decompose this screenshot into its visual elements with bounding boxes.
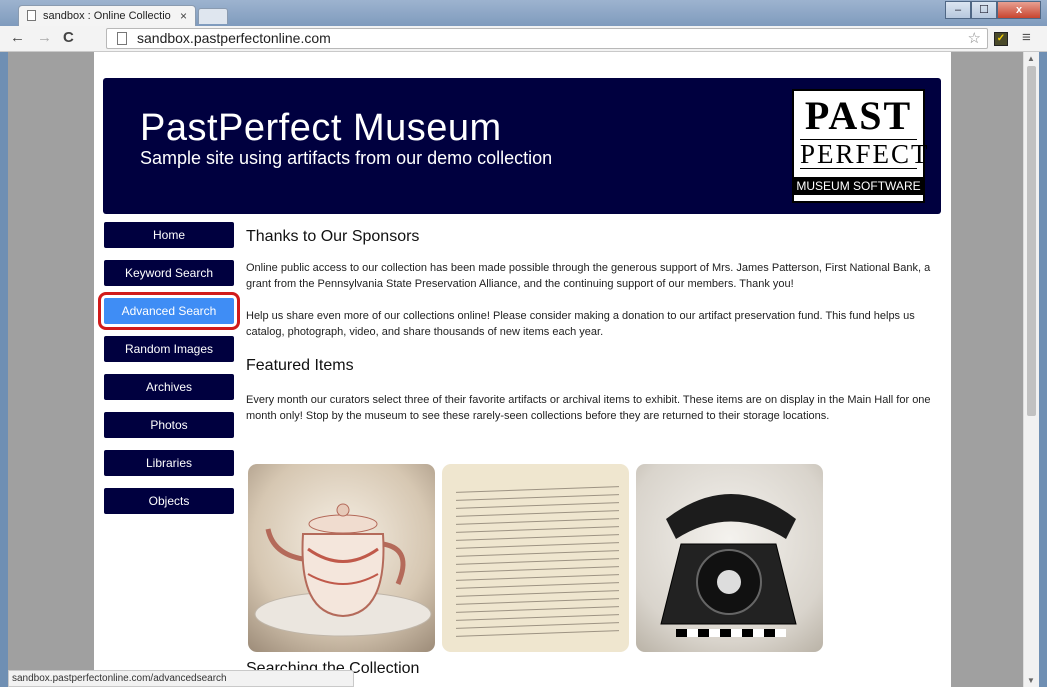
browser-tab[interactable]: sandbox : Online Collectio × — [18, 5, 196, 26]
reload-icon[interactable]: C — [63, 29, 74, 46]
nav-keyword-search[interactable]: Keyword Search — [104, 260, 234, 286]
site-nav: Home Keyword Search Advanced Search Rand… — [98, 222, 240, 526]
scroll-up-arrow-icon[interactable]: ▲ — [1027, 54, 1035, 63]
teapot-illustration — [254, 503, 432, 637]
site-banner: PastPerfect Museum Sample site using art… — [103, 78, 941, 214]
site-title: PastPerfect Museum — [140, 107, 502, 149]
vertical-scrollbar[interactable]: ▲ ▼ — [1023, 52, 1039, 687]
browser-window: sandbox : Online Collectio × ‒ ☐ x ← → C… — [0, 0, 1047, 687]
extension-icon[interactable]: ✓ — [994, 32, 1008, 46]
site-subtitle: Sample site using artifacts from our dem… — [140, 148, 553, 168]
nav-archives[interactable]: Archives — [104, 374, 234, 400]
tab-close-icon[interactable]: × — [180, 9, 187, 23]
address-bar[interactable]: sandbox.pastperfectonline.com ☆ — [106, 28, 988, 49]
featured-images — [248, 464, 830, 652]
pastperfect-logo: PAST PERFECT MUSEUM SOFTWARE — [792, 89, 930, 203]
back-arrow-icon[interactable]: ← — [10, 29, 25, 46]
nav-photos[interactable]: Photos — [104, 412, 234, 438]
nav-random-images[interactable]: Random Images — [104, 336, 234, 362]
tab-title: sandbox : Online Collectio — [43, 10, 171, 22]
bookmark-star-icon[interactable]: ☆ — [968, 29, 981, 47]
sponsors-heading: Thanks to Our Sponsors — [246, 228, 420, 245]
scroll-thumb[interactable] — [1027, 66, 1036, 416]
status-bar: sandbox.pastperfectonline.com/advancedse… — [8, 670, 354, 687]
minimize-button[interactable]: ‒ — [945, 1, 971, 19]
browser-toolbar: ← → C sandbox.pastperfectonline.com ☆ ✓ … — [0, 26, 1047, 52]
nav-objects[interactable]: Objects — [104, 488, 234, 514]
logo-perfect-text: PERFECT — [800, 139, 930, 169]
page-body: PastPerfect Museum Sample site using art… — [94, 52, 951, 687]
page-icon — [27, 10, 36, 21]
logo-past-text: PAST — [804, 93, 913, 138]
sponsors-paragraph: Online public access to our collection h… — [246, 262, 931, 290]
page-viewport: PastPerfect Museum Sample site using art… — [8, 52, 1039, 687]
close-window-button[interactable]: x — [997, 1, 1041, 19]
featured-heading: Featured Items — [246, 357, 354, 374]
nav-libraries[interactable]: Libraries — [104, 450, 234, 476]
page-icon — [117, 32, 127, 45]
title-bar: sandbox : Online Collectio × ‒ ☐ x — [0, 0, 1047, 26]
telephone-illustration — [660, 494, 797, 637]
donate-paragraph: Help us share even more of our collectio… — [246, 310, 915, 338]
handwritten-letter — [456, 482, 619, 646]
nav-advanced-search[interactable]: Advanced Search — [98, 292, 240, 330]
featured-paragraph: Every month our curators select three of… — [246, 394, 931, 422]
featured-telephone-image[interactable] — [636, 464, 823, 652]
new-tab-button[interactable] — [198, 8, 228, 24]
menu-icon[interactable]: ≡ — [1022, 29, 1031, 46]
forward-arrow-icon[interactable]: → — [37, 29, 52, 46]
url-text: sandbox.pastperfectonline.com — [137, 30, 331, 46]
window-controls: ‒ ☐ x — [945, 1, 1041, 19]
featured-teapot-image[interactable] — [248, 464, 435, 652]
main-content: Thanks to Our Sponsors Online public acc… — [246, 228, 941, 424]
scroll-down-arrow-icon[interactable]: ▼ — [1027, 676, 1035, 685]
maximize-button[interactable]: ☐ — [971, 1, 997, 19]
featured-letter-image[interactable] — [442, 464, 629, 652]
nav-home[interactable]: Home — [104, 222, 234, 248]
logo-sub-text: MUSEUM SOFTWARE — [792, 177, 925, 195]
